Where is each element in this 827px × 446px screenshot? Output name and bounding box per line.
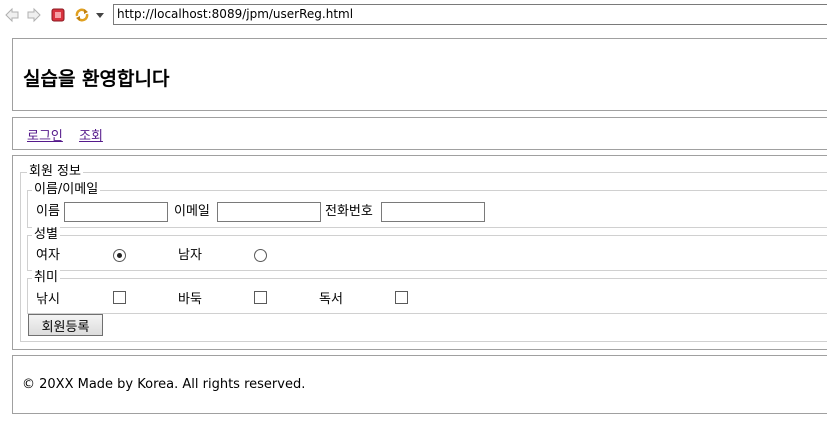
- footer-copyright: © 20XX Made by Korea. All rights reserve…: [22, 377, 306, 392]
- fishing-label: 낚시: [36, 292, 60, 307]
- female-label: 여자: [36, 248, 60, 263]
- gender-legend: 성별: [32, 227, 60, 243]
- fishing-checkbox[interactable]: [113, 291, 126, 304]
- dropdown-arrow-icon[interactable]: [94, 7, 106, 23]
- member-info-legend: 회원 정보: [27, 164, 83, 180]
- url-input[interactable]: http://localhost:8089/jpm/userReg.html: [113, 4, 827, 25]
- login-link[interactable]: 로그인: [27, 125, 63, 144]
- main-content: 회원 정보 이름/이메일 이름 이메일 전화번호 성별 여자 남자 취미 낚시 …: [12, 155, 827, 350]
- name-label: 이름: [36, 204, 60, 219]
- email-label: 이메일: [174, 204, 210, 219]
- reading-label: 독서: [319, 292, 343, 307]
- email-input[interactable]: [217, 202, 321, 222]
- male-label: 남자: [178, 248, 202, 263]
- hobby-fieldset: 취미 낚시 바둑 독서: [27, 270, 827, 314]
- phone-input[interactable]: [381, 202, 485, 222]
- hobby-legend: 취미: [32, 270, 60, 286]
- male-radio[interactable]: [254, 249, 267, 262]
- member-info-fieldset: 회원 정보 이름/이메일 이름 이메일 전화번호 성별 여자 남자 취미 낚시 …: [20, 164, 827, 342]
- name-email-legend: 이름/이메일: [32, 182, 101, 198]
- page-footer: © 20XX Made by Korea. All rights reserve…: [12, 355, 827, 414]
- lookup-link[interactable]: 조회: [79, 125, 103, 144]
- female-radio[interactable]: [113, 249, 126, 262]
- baduk-label: 바둑: [178, 292, 202, 307]
- reading-checkbox[interactable]: [395, 291, 408, 304]
- nav-bar: 로그인 조회: [12, 117, 827, 150]
- register-button[interactable]: 회원등록: [28, 314, 103, 336]
- name-email-fieldset: 이름/이메일 이름 이메일 전화번호: [27, 182, 827, 228]
- refresh-icon[interactable]: [74, 7, 90, 23]
- gender-fieldset: 성별 여자 남자: [27, 227, 827, 271]
- page-title: 실습을 환영합니다: [23, 68, 170, 90]
- stop-icon[interactable]: [50, 7, 66, 23]
- page-header: 실습을 환영합니다: [12, 38, 827, 111]
- baduk-checkbox[interactable]: [254, 291, 267, 304]
- phone-label: 전화번호: [325, 204, 373, 219]
- browser-toolbar: http://localhost:8089/jpm/userReg.html: [0, 0, 827, 30]
- forward-icon[interactable]: [26, 7, 42, 23]
- back-icon[interactable]: [4, 7, 20, 23]
- name-input[interactable]: [64, 202, 168, 222]
